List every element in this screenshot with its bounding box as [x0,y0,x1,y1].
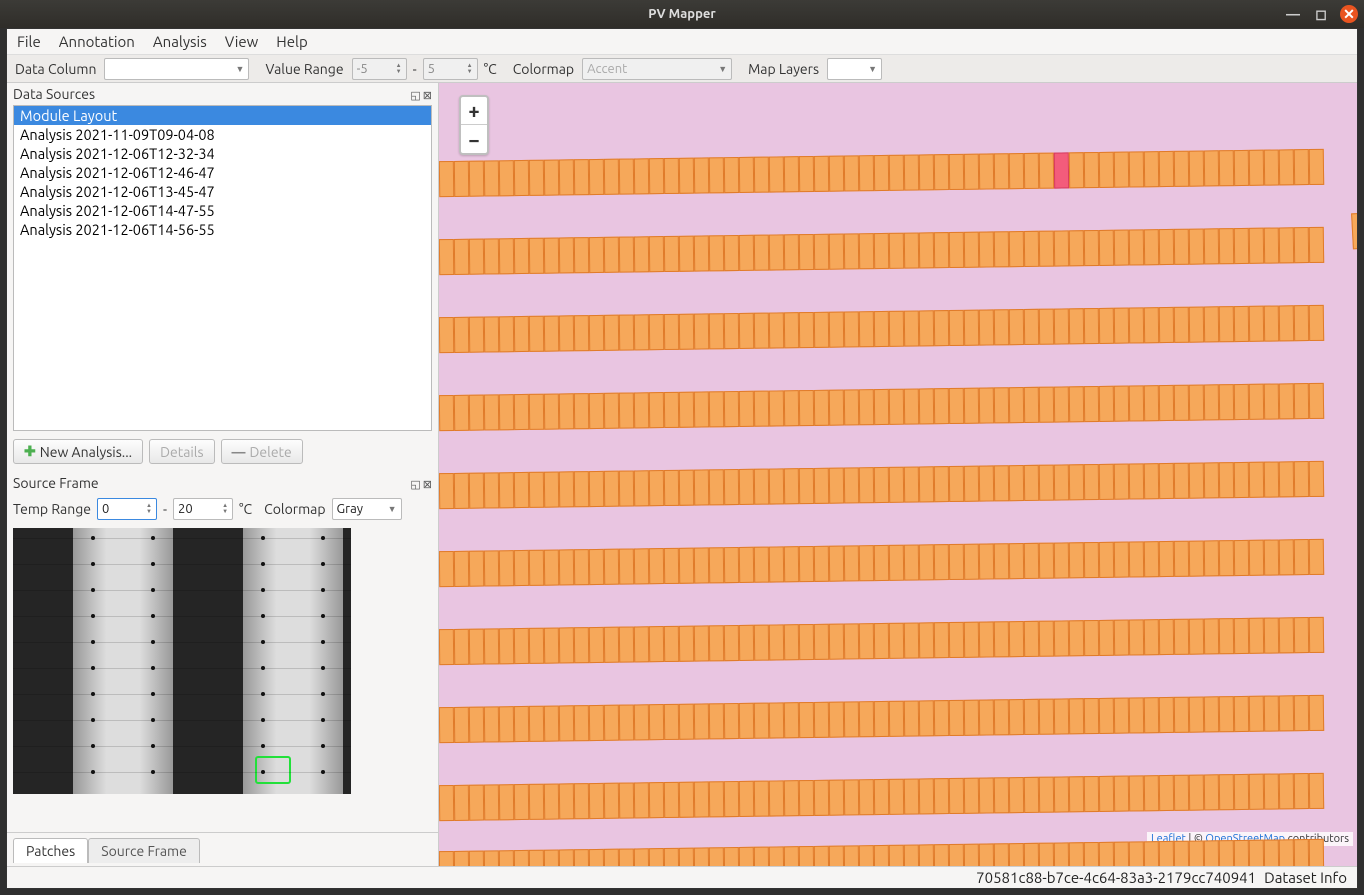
panel-row[interactable] [439,305,1324,353]
tab-source-frame[interactable]: Source Frame [88,838,200,863]
panel-row[interactable] [439,839,1324,866]
app-frame: File Annotation Analysis View Help Data … [6,28,1358,889]
chevron-down-icon: ▼ [236,64,245,74]
temp-unit: °C [239,501,252,517]
chevron-down-icon: ▼ [868,64,877,74]
panel-row[interactable] [439,383,1324,431]
panel-row[interactable] [439,539,1324,587]
chevron-down-icon: ▼ [388,504,397,514]
data-source-item[interactable]: Analysis 2021-11-09T09-04-08 [14,125,431,144]
close-panel-icon[interactable]: ⊠ [423,479,432,491]
menu-file[interactable]: File [17,33,41,50]
temp-range-label: Temp Range [13,501,91,517]
plus-icon: ✚ [24,443,36,460]
data-source-item[interactable]: Analysis 2021-12-06T12-32-34 [14,144,431,163]
panel-row[interactable] [439,461,1324,509]
minus-icon: — [232,444,246,460]
data-source-item[interactable]: Analysis 2021-12-06T14-47-55 [14,201,431,220]
maximize-icon[interactable]: ◻ [1312,5,1330,23]
map-view[interactable]: + − Leaflet | © OpenStreetMap contributo… [439,83,1357,866]
temp-dash: - [163,501,167,517]
value-range-min-input[interactable]: -5▲▼ [352,58,407,80]
source-frame-title: Source Frame ◱⊠ [7,472,438,494]
zoom-out-button[interactable]: − [461,125,487,153]
value-range-label: Value Range [265,61,343,77]
delete-button[interactable]: —Delete [221,439,303,464]
value-range-max-input[interactable]: 5▲▼ [423,58,478,80]
dataset-uuid: 70581c88-b7ce-4c64-83a3-2179cc740941 [976,869,1256,886]
bottom-tabs: Patches Source Frame [7,832,438,866]
data-column-select[interactable]: ▼ [104,58,249,80]
spin-arrows-icon: ▲▼ [467,63,473,75]
close-panel-icon[interactable]: ⊠ [423,90,432,102]
data-sources-list[interactable]: Module LayoutAnalysis 2021-11-09T09-04-0… [13,105,432,431]
window-titlebar: PV Mapper — ◻ ✕ [0,0,1364,28]
sf-colormap-label: Colormap [264,501,325,517]
dataset-info-label: Dataset Info [1264,869,1347,886]
details-button[interactable]: Details [149,439,214,464]
zoom-control: + − [459,95,489,155]
toolbar: Data Column ▼ Value Range -5▲▼ - 5▲▼ °C … [7,55,1357,83]
data-sources-title: Data Sources ◱⊠ [7,83,438,105]
menu-view[interactable]: View [225,33,259,50]
thermal-image[interactable] [13,528,351,794]
zoom-in-button[interactable]: + [461,97,487,125]
menubar: File Annotation Analysis View Help [7,29,1357,55]
menu-annotation[interactable]: Annotation [59,33,135,50]
spin-arrows-icon: ▲▼ [222,503,228,515]
panel-row[interactable] [439,773,1324,821]
data-source-item[interactable]: Analysis 2021-12-06T12-46-47 [14,163,431,182]
panel-row[interactable] [439,227,1324,275]
window-controls: — ◻ ✕ [1284,5,1358,23]
panel-row[interactable] [439,149,1324,197]
undock-icon[interactable]: ◱ [410,479,420,491]
value-range-unit: °C [484,61,497,77]
spin-arrows-icon: ▲▼ [396,63,402,75]
spin-arrows-icon: ▲▼ [146,503,152,515]
map-layers-label: Map Layers [748,61,819,77]
window-title: PV Mapper [0,7,1364,21]
left-sidebar: Data Sources ◱⊠ Module LayoutAnalysis 20… [7,83,439,866]
sf-colormap-select[interactable]: Gray▼ [332,498,402,520]
colormap-select[interactable]: Accent▼ [582,58,732,80]
minimize-icon[interactable]: — [1284,5,1302,23]
menu-help[interactable]: Help [276,33,307,50]
temp-max-input[interactable]: 20▲▼ [173,498,233,520]
close-icon[interactable]: ✕ [1340,5,1358,23]
data-sources-buttons: ✚New Analysis... Details —Delete [7,431,438,472]
panel-row[interactable] [439,695,1324,743]
range-dash: - [413,61,417,77]
data-source-item[interactable]: Analysis 2021-12-06T13-45-47 [14,182,431,201]
data-source-item[interactable]: Analysis 2021-12-06T14-56-55 [14,220,431,239]
data-source-item[interactable]: Module Layout [14,106,431,125]
panel-row[interactable] [439,617,1324,665]
tab-patches[interactable]: Patches [13,838,88,863]
data-column-label: Data Column [15,61,96,77]
source-frame-controls: Temp Range 0▲▼ - 20▲▼ °C Colormap Gray▼ [7,494,438,524]
new-analysis-button[interactable]: ✚New Analysis... [13,439,143,464]
colormap-label: Colormap [513,61,574,77]
chevron-down-icon: ▼ [718,64,727,74]
undock-icon[interactable]: ◱ [410,90,420,102]
status-bar: 70581c88-b7ce-4c64-83a3-2179cc740941 Dat… [7,866,1357,888]
menu-analysis[interactable]: Analysis [153,33,207,50]
map-layers-select[interactable]: ▼ [827,58,882,80]
main-content: Data Sources ◱⊠ Module LayoutAnalysis 20… [7,83,1357,866]
temp-min-input[interactable]: 0▲▼ [97,498,157,520]
